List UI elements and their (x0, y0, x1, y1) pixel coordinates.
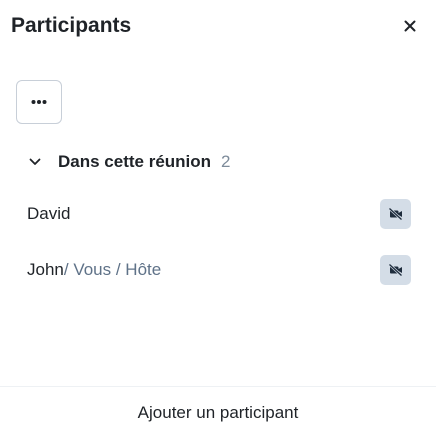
more-options-button[interactable] (16, 80, 62, 124)
participant-count: 2 (221, 152, 231, 171)
participant-row: David (0, 194, 436, 234)
participant-row: John/ Vous / Hôte (0, 250, 436, 290)
more-horizontal-icon (31, 100, 47, 104)
camera-toggle-button[interactable] (380, 255, 411, 285)
close-icon (404, 20, 416, 32)
chevron-down-icon (29, 158, 41, 165)
camera-toggle-button[interactable] (380, 199, 411, 229)
participant-role: / Vous / Hôte (63, 260, 162, 279)
video-off-icon (388, 263, 402, 277)
video-off-icon (388, 207, 402, 221)
participant-name: John/ Vous / Hôte (27, 260, 162, 279)
panel-footer: Ajouter un participant (0, 386, 436, 439)
participants-panel: Participants Dans cette réunion 2 David (0, 0, 436, 438)
in-meeting-section-toggle[interactable]: Dans cette réunion 2 (28, 150, 231, 174)
add-participant-button[interactable]: Ajouter un participant (0, 387, 436, 439)
participant-name: David (27, 204, 71, 223)
section-title: Dans cette réunion (58, 152, 212, 171)
panel-title: Participants (11, 14, 132, 37)
panel-header: Participants (0, 0, 436, 58)
close-button[interactable] (400, 16, 420, 36)
